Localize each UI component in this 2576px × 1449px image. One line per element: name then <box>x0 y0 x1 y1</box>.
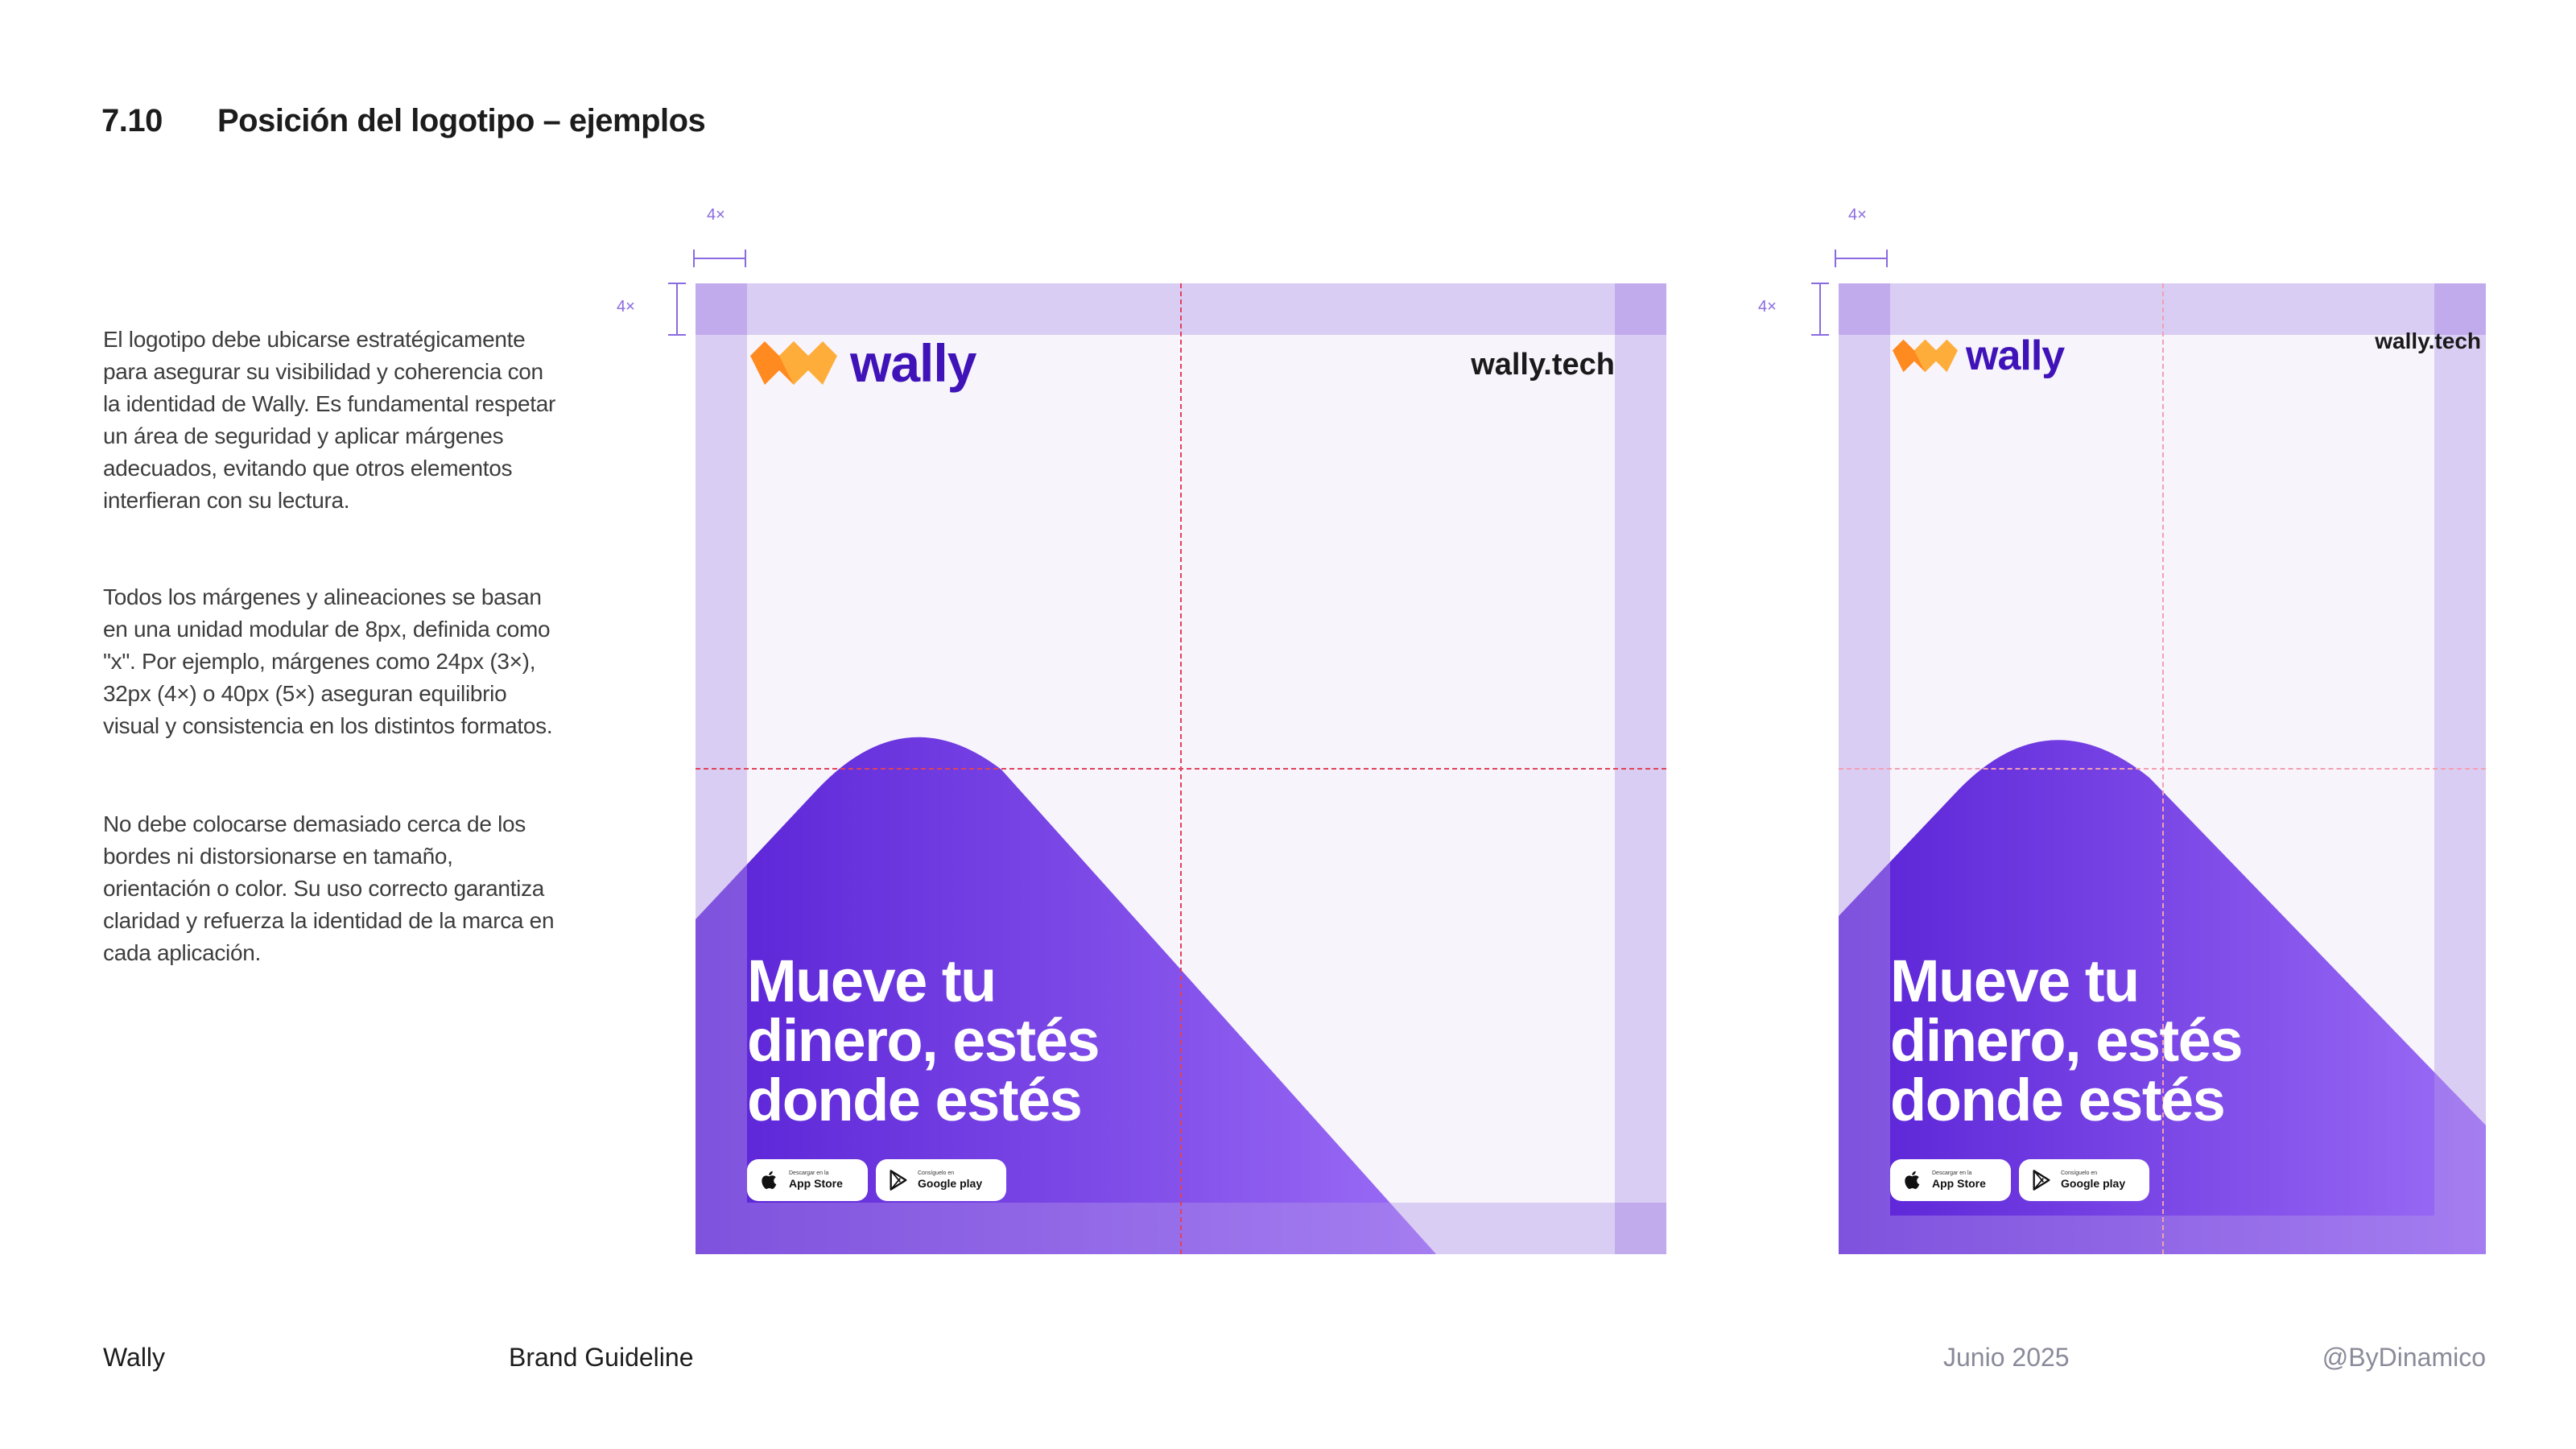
margin-corner-tl-2 <box>1839 283 1890 335</box>
domain-text-2: wally.tech <box>2375 328 2481 353</box>
margin-corner-br <box>1615 1203 1666 1254</box>
margin-dimension-left <box>668 283 686 336</box>
google-play-icon <box>890 1170 907 1191</box>
margin-corner-tr <box>1615 283 1666 335</box>
safe-margin-right-2 <box>2434 335 2486 1254</box>
google-play-icon-2 <box>2033 1170 2050 1191</box>
margin-dimension-top-2 <box>1835 250 1888 267</box>
body-paragraph-3: No debe colocarse demasiado cerca de los… <box>103 811 555 965</box>
apple-icon <box>762 1170 777 1189</box>
margin-label-left: 4× <box>617 298 635 316</box>
brand-wordmark-2: wally <box>1966 332 2065 379</box>
headline-2-line-3: donde estés <box>1890 1067 2226 1133</box>
app-store-caption-2: Descargar en la <box>1932 1170 1972 1176</box>
app-store-label: App Store <box>789 1177 843 1190</box>
center-guide-horizontal <box>696 768 1666 770</box>
margin-dimension-top <box>693 250 746 267</box>
body-paragraph-1: El logotipo debe ubicarse estratégicamen… <box>103 327 556 513</box>
headline-line-2: dinero, estés <box>747 1007 1100 1074</box>
app-store-label-2: App Store <box>1932 1177 1986 1190</box>
wally-logo-2: wally <box>1890 332 2065 380</box>
wally-logo: wally <box>747 333 976 393</box>
app-store-button-2[interactable]: Descargar en la App Store <box>1890 1159 2011 1201</box>
headline-2-line-2: dinero, estés <box>1890 1007 2244 1074</box>
google-play-caption-2: Consíguelo en <box>2061 1170 2098 1176</box>
section-number: 7.10 <box>101 103 163 138</box>
margin-corner-tr-2 <box>2434 283 2486 335</box>
wally-logo-mark-icon-2 <box>1893 339 1958 373</box>
headline-2: Mueve tu dinero, estés donde estés <box>1890 947 2244 1133</box>
margin-dimension-left-2 <box>1811 283 1829 336</box>
domain-text: wally.tech <box>1471 348 1615 382</box>
brand-wordmark: wally <box>850 333 976 393</box>
google-play-caption: Consíguelo en <box>918 1170 955 1176</box>
safe-margin-right <box>1615 335 1666 1254</box>
margin-label-left-2: 4× <box>1758 298 1777 316</box>
headline: Mueve tu dinero, estés donde estés <box>747 947 1100 1133</box>
example-post-large: wally wally.tech Mueve tu dinero, estés … <box>696 283 1666 1254</box>
headline-line-3: donde estés <box>747 1067 1083 1133</box>
footer-date: Junio 2025 <box>1943 1343 2070 1372</box>
safe-margin-left <box>696 335 747 1254</box>
wally-logo-mark-icon <box>750 341 837 385</box>
center-guide-horizontal-2 <box>1839 768 2486 770</box>
margin-label-top: 4× <box>707 206 725 224</box>
google-play-label-2: Google play <box>2061 1177 2126 1190</box>
apple-icon-2 <box>1905 1170 1920 1189</box>
app-store-button[interactable]: Descargar en la App Store <box>747 1159 868 1201</box>
margin-label-top-2: 4× <box>1848 206 1867 224</box>
example-post-small: wally wally.tech Mueve tu dinero, estés … <box>1839 283 2486 1254</box>
google-play-label: Google play <box>918 1177 983 1190</box>
headline-2-line-1: Mueve tu <box>1890 947 2140 1014</box>
footer-brand: Wally <box>103 1343 166 1372</box>
app-store-caption: Descargar en la <box>789 1170 829 1176</box>
safe-margin-left-2 <box>1839 335 1890 1254</box>
footer-document: Brand Guideline <box>509 1343 694 1372</box>
body-paragraph-2: Todos los márgenes y alineaciones se bas… <box>103 584 553 738</box>
headline-line-1: Mueve tu <box>747 947 997 1014</box>
footer-handle: @ByDinamico <box>2322 1343 2486 1372</box>
section-title: Posición del logotipo – ejemplos <box>217 103 706 138</box>
google-play-button-2[interactable]: Consíguelo en Google play <box>2019 1159 2149 1201</box>
margin-corner-tl <box>696 283 747 335</box>
google-play-button[interactable]: Consíguelo en Google play <box>876 1159 1006 1201</box>
